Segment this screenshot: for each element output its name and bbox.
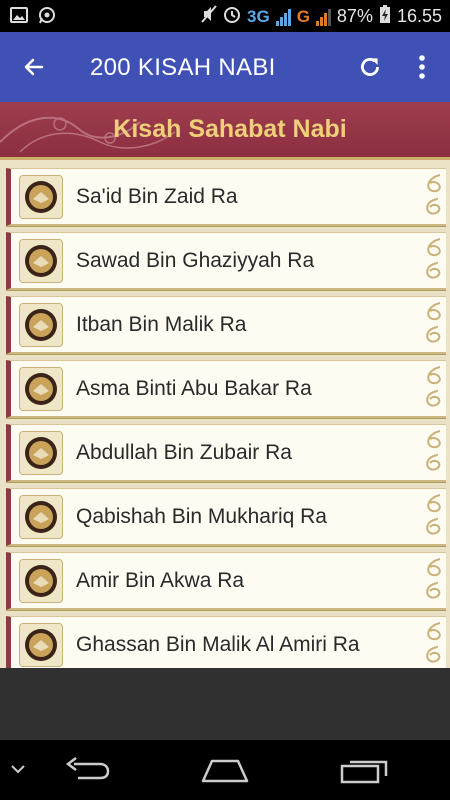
section-banner: Kisah Sahabat Nabi bbox=[0, 102, 450, 160]
app-bar: 200 KISAH NABI bbox=[0, 32, 450, 102]
status-bar: 3G G 87% 16.55 bbox=[0, 0, 450, 32]
book-cover-icon bbox=[19, 367, 63, 411]
nav-recent-apps-button[interactable] bbox=[340, 758, 388, 789]
ornament-icon bbox=[426, 238, 441, 279]
app-title: 200 KISAH NABI bbox=[90, 54, 276, 81]
hide-keyboard-button[interactable] bbox=[8, 758, 28, 783]
ornament-icon bbox=[426, 302, 441, 343]
back-icon bbox=[65, 757, 110, 780]
list-item[interactable]: Ghassan Bin Malik Al Amiri Ra bbox=[6, 616, 446, 668]
book-cover-icon bbox=[19, 175, 63, 219]
book-cover-icon bbox=[19, 303, 63, 347]
list-item[interactable]: Asma Binti Abu Bakar Ra bbox=[6, 360, 446, 418]
signal-icon-1 bbox=[275, 8, 291, 26]
gallery-notification-icon bbox=[10, 7, 28, 28]
more-vert-icon bbox=[419, 55, 425, 79]
mute-icon bbox=[201, 5, 217, 28]
arrow-left-icon bbox=[24, 58, 44, 76]
recent-apps-icon bbox=[340, 760, 388, 784]
clock: 16.55 bbox=[396, 6, 442, 26]
book-cover-icon bbox=[19, 623, 63, 667]
list-item-label: Amir Bin Akwa Ra bbox=[76, 569, 245, 592]
chevron-down-icon bbox=[11, 765, 25, 774]
book-cover-icon bbox=[19, 239, 63, 283]
list-item[interactable]: Itban Bin Malik Ra bbox=[6, 296, 446, 354]
ornament-icon bbox=[426, 494, 441, 535]
ornament-icon bbox=[426, 366, 441, 407]
status-right: 3G G 87% 16.55 bbox=[201, 4, 442, 29]
list-item-label: Asma Binti Abu Bakar Ra bbox=[76, 377, 312, 400]
ornament-icon bbox=[426, 430, 441, 471]
network-type-2: G bbox=[296, 6, 310, 26]
section-title: Kisah Sahabat Nabi bbox=[113, 115, 347, 143]
list-item-label: Sawad Bin Ghaziyyah Ra bbox=[76, 249, 315, 272]
back-button[interactable] bbox=[14, 49, 54, 85]
network-type-1: 3G bbox=[247, 6, 270, 26]
whatsapp-notification-icon bbox=[38, 6, 56, 29]
refresh-button[interactable] bbox=[352, 49, 388, 85]
list-item[interactable]: Sawad Bin Ghaziyyah Ra bbox=[6, 232, 446, 290]
list-item-label: Itban Bin Malik Ra bbox=[76, 313, 247, 336]
nav-back-button[interactable] bbox=[64, 756, 110, 789]
book-cover-icon bbox=[19, 559, 63, 603]
list-item[interactable]: Qabishah Bin Mukhariq Ra bbox=[6, 488, 446, 546]
list-item[interactable]: Sa'id Bin Zaid Ra bbox=[6, 168, 446, 226]
battery-charging-icon bbox=[379, 4, 391, 29]
content-area: Kisah Sahabat Nabi Sa'id Bin Zaid Ra Saw… bbox=[0, 102, 450, 668]
battery-percent: 87% bbox=[336, 6, 373, 26]
nav-home-button[interactable] bbox=[200, 758, 250, 789]
ornament-icon bbox=[426, 558, 441, 599]
overflow-menu-button[interactable] bbox=[408, 49, 436, 85]
list-item-label: Sa'id Bin Zaid Ra bbox=[76, 185, 238, 208]
status-left bbox=[10, 6, 56, 29]
refresh-icon bbox=[361, 58, 379, 76]
book-cover-icon bbox=[19, 431, 63, 475]
book-cover-icon bbox=[19, 495, 63, 539]
navigation-bar bbox=[0, 740, 450, 800]
empty-area bbox=[0, 668, 450, 740]
list-item-label: Qabishah Bin Mukhariq Ra bbox=[76, 505, 327, 528]
signal-icon-2 bbox=[315, 8, 331, 26]
list-item-label: Ghassan Bin Malik Al Amiri Ra bbox=[76, 633, 360, 656]
list-item[interactable]: Abdullah Bin Zubair Ra bbox=[6, 424, 446, 482]
ornament-icon bbox=[426, 174, 441, 215]
list-item[interactable]: Amir Bin Akwa Ra bbox=[6, 552, 446, 610]
list-item-label: Abdullah Bin Zubair Ra bbox=[76, 441, 292, 464]
ornament-icon bbox=[426, 622, 441, 663]
alarm-icon bbox=[223, 5, 241, 28]
home-icon bbox=[201, 759, 249, 783]
